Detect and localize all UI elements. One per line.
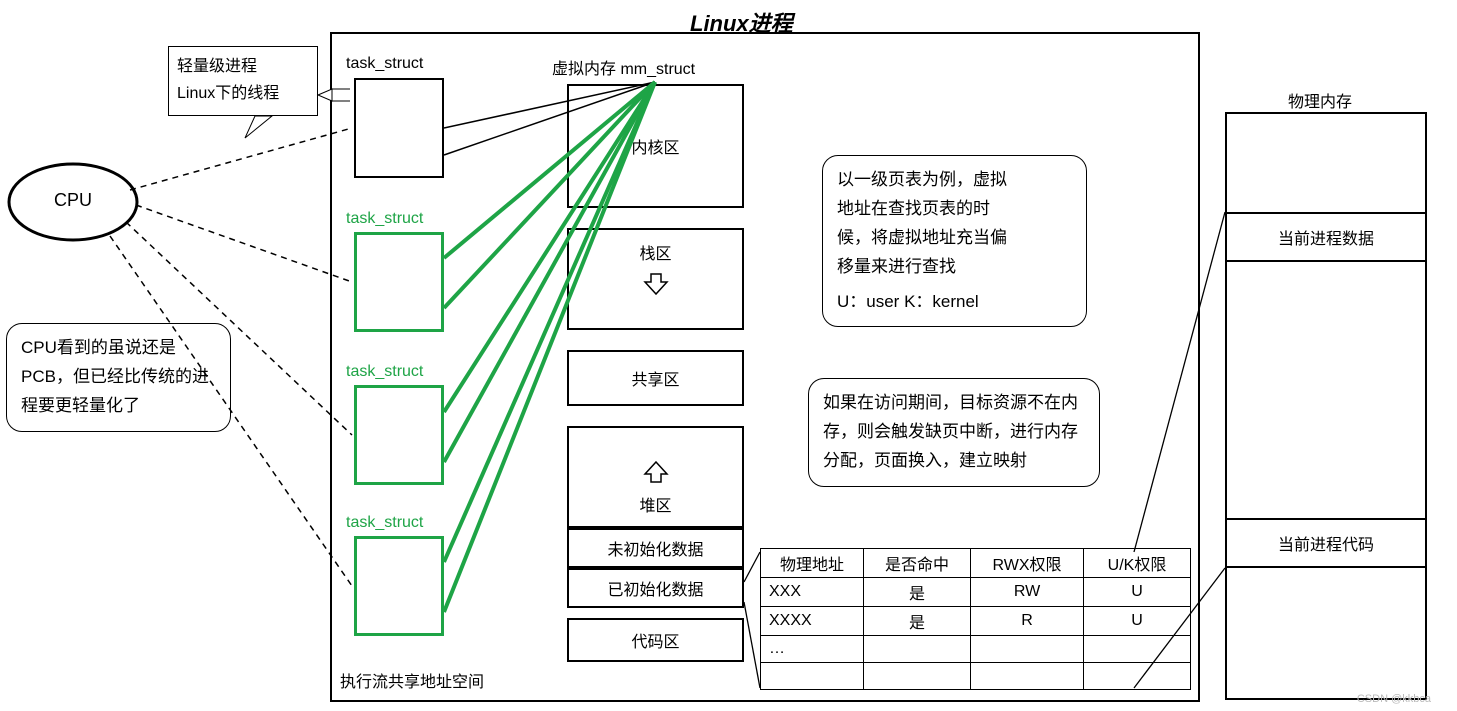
table-row: XXXX 是 R U <box>761 607 1191 636</box>
pt-c <box>1084 636 1191 663</box>
task-struct-label-g1: task_struct <box>346 210 423 228</box>
seg-heap-label: 堆区 <box>639 492 671 516</box>
pt-c: XXX <box>761 578 864 607</box>
seg-heap: 堆区 <box>567 426 744 528</box>
seg-kernel: 内核区 <box>567 84 744 208</box>
pt-c: 是 <box>864 578 971 607</box>
pt-c: U <box>1084 578 1191 607</box>
bubble-lwp: 轻量级进程 Linux下的线程 <box>168 46 318 116</box>
task-struct-box-2 <box>354 385 444 485</box>
pt-c <box>1084 663 1191 690</box>
page-table: 物理地址 是否命中 RWX权限 U/K权限 XXX 是 RW U XXXX 是 … <box>760 548 1191 690</box>
task-struct-box-0 <box>354 78 444 178</box>
mm-struct-title: 虚拟内存 mm_struct <box>552 55 695 79</box>
cpu-label: CPU <box>40 190 106 211</box>
note-pt-l2: 地址在查找页表的时 <box>837 195 1072 224</box>
note-pt-l1: 以一级页表为例，虚拟 <box>837 166 1072 195</box>
table-row: XXX 是 RW U <box>761 578 1191 607</box>
pt-h3: U/K权限 <box>1084 549 1191 578</box>
bubble-cpu-note: CPU看到的虽说还是PCB，但已经比传统的进程要更轻量化了 <box>6 323 231 432</box>
pt-c: U <box>1084 607 1191 636</box>
arrow-up-icon <box>643 460 669 484</box>
pt-c: RW <box>971 578 1084 607</box>
seg-data: 已初始化数据 <box>567 568 744 608</box>
phys-mem-frame <box>1225 112 1427 700</box>
table-row: … <box>761 636 1191 663</box>
bubble-lwp-line2: Linux下的线程 <box>177 80 309 107</box>
pt-c: XXXX <box>761 607 864 636</box>
pt-h0: 物理地址 <box>761 549 864 578</box>
task-struct-label-g2: task_struct <box>346 363 423 381</box>
diagram-canvas: Linux进程 CPU 轻量级进程 Linux下的线程 CPU看到的虽说还是PC… <box>0 0 1457 711</box>
exec-flow-label: 执行流共享地址空间 <box>340 668 484 692</box>
task-struct-box-3 <box>354 536 444 636</box>
pt-c: 是 <box>864 607 971 636</box>
pt-c <box>864 663 971 690</box>
seg-stack: 栈区 <box>567 228 744 330</box>
pt-c <box>864 636 971 663</box>
note-pt-l3: 候，将虚拟地址充当偏 <box>837 224 1072 253</box>
arrow-down-icon <box>643 272 669 296</box>
seg-text: 代码区 <box>567 618 744 662</box>
phys-mem-title: 物理内存 <box>1288 88 1352 112</box>
pt-h1: 是否命中 <box>864 549 971 578</box>
pt-c <box>971 663 1084 690</box>
note-fault: 如果在访问期间，目标资源不在内存，则会触发缺页中断，进行内存分配，页面换入，建立… <box>808 378 1100 487</box>
pt-c <box>761 663 864 690</box>
task-struct-label-g3: task_struct <box>346 514 423 532</box>
table-row: 物理地址 是否命中 RWX权限 U/K权限 <box>761 549 1191 578</box>
task-struct-box-1 <box>354 232 444 332</box>
pt-c: … <box>761 636 864 663</box>
seg-bss: 未初始化数据 <box>567 528 744 568</box>
pt-c: R <box>971 607 1084 636</box>
seg-stack-label: 栈区 <box>639 240 671 264</box>
watermark: CSDN @kkbca <box>1357 693 1431 705</box>
table-row <box>761 663 1191 690</box>
phys-proc-code: 当前进程代码 <box>1225 518 1427 568</box>
note-pagetable: 以一级页表为例，虚拟 地址在查找页表的时 候，将虚拟地址充当偏 移量来进行查找 … <box>822 155 1087 327</box>
pt-h2: RWX权限 <box>971 549 1084 578</box>
seg-shared: 共享区 <box>567 350 744 406</box>
note-pt-l4: 移量来进行查找 <box>837 253 1072 282</box>
task-struct-label-black: task_struct <box>346 55 423 73</box>
bubble-lwp-line1: 轻量级进程 <box>177 53 309 80</box>
note-pt-l5: U：user K：kernel <box>837 288 1072 317</box>
mm-struct-column: 内核区 栈区 共享区 堆区 未初始化数据 已初始化数据 代码区 <box>567 84 744 662</box>
pt-c <box>971 636 1084 663</box>
phys-proc-data: 当前进程数据 <box>1225 212 1427 262</box>
